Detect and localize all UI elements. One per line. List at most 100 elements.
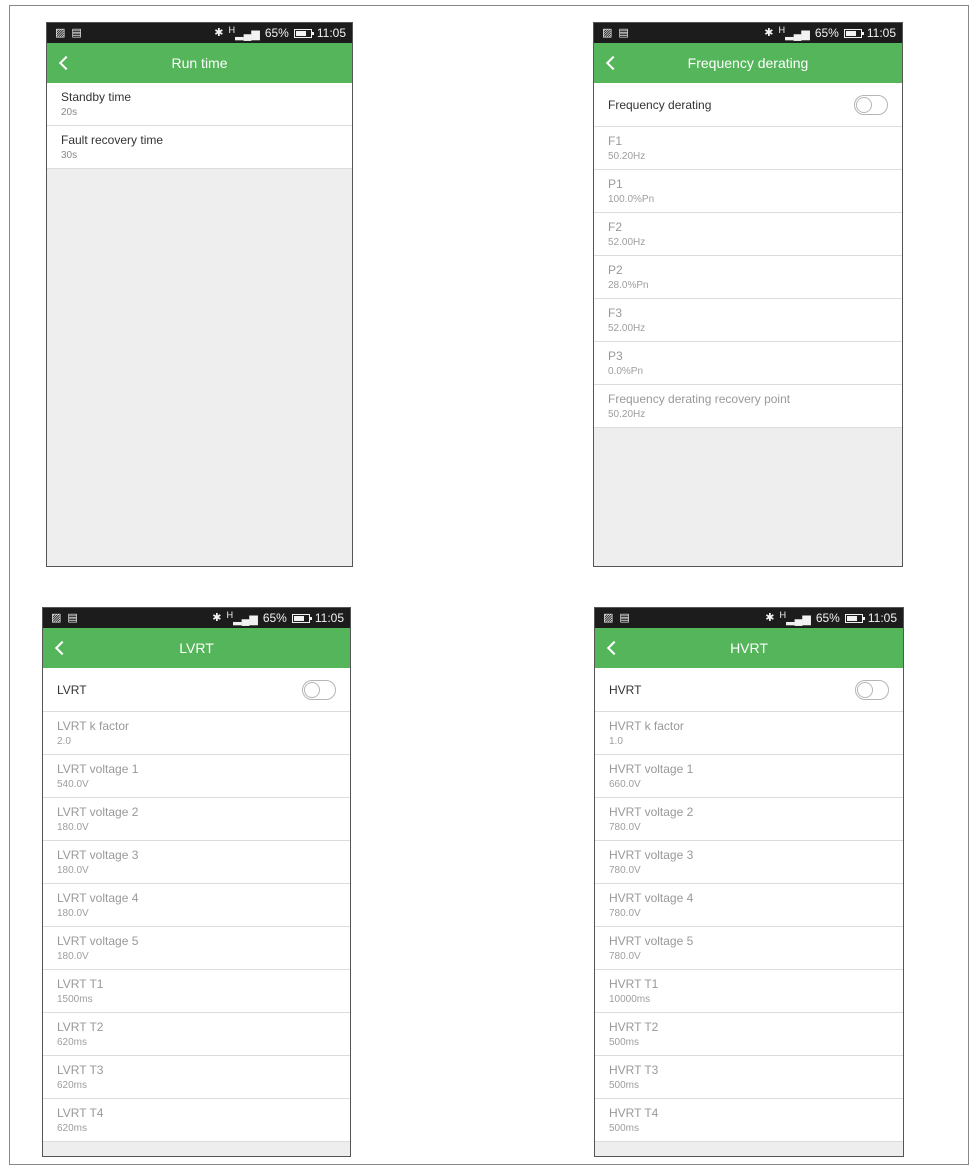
item-label: Frequency derating recovery point: [608, 392, 791, 406]
item-value: 10000ms: [609, 994, 651, 1005]
list-item[interactable]: F3 52.00Hz: [594, 299, 902, 342]
item-label: P3: [608, 349, 623, 363]
bluetooth-icon: ✱: [764, 26, 774, 39]
item-label: HVRT voltage 4: [609, 891, 694, 905]
item-value: 50.20Hz: [608, 151, 646, 162]
back-button[interactable]: [604, 43, 630, 83]
chevron-left-icon: [606, 640, 622, 656]
item-label: Fault recovery time: [61, 133, 164, 147]
app-header: Frequency derating: [594, 43, 902, 83]
item-label: HVRT T4: [609, 1106, 659, 1120]
switch-knob: [857, 681, 873, 698]
chevron-left-icon: [58, 55, 74, 71]
status-bar: ▨ ▤ ✱ H▂▄▆ 65% 11:05: [594, 23, 902, 43]
chevron-left-icon: [54, 640, 70, 656]
list-item[interactable]: HVRT voltage 5 780.0V: [595, 927, 903, 970]
item-label: LVRT voltage 3: [57, 848, 139, 862]
item-value: 500ms: [609, 1037, 640, 1048]
chevron-left-icon: [605, 55, 621, 71]
list-item[interactable]: LVRT voltage 3 180.0V: [43, 841, 350, 884]
item-value: 2.0: [57, 736, 71, 747]
settings-list: Standby time 20s Fault recovery time 30s: [47, 83, 352, 169]
item-value: 780.0V: [609, 822, 641, 833]
list-item[interactable]: P2 28.0%Pn: [594, 256, 902, 299]
item-value: 180.0V: [57, 822, 89, 833]
app-header: Run time: [47, 43, 352, 83]
back-button[interactable]: [57, 43, 83, 83]
list-item[interactable]: LVRT T2 620ms: [43, 1013, 350, 1056]
item-value: 100.0%Pn: [608, 194, 655, 205]
phone-screen-hvrt: ▨ ▤ ✱ H▂▄▆ 65% 11:05 HVRT HVRT HVRT k fa…: [594, 607, 904, 1157]
list-item[interactable]: HVRT T4 500ms: [595, 1099, 903, 1142]
lvrt-switch[interactable]: [302, 679, 336, 700]
list-item[interactable]: LVRT voltage 5 180.0V: [43, 927, 350, 970]
list-item[interactable]: P3 0.0%Pn: [594, 342, 902, 385]
list-item[interactable]: F1 50.20Hz: [594, 127, 902, 170]
gallery-icon: ▨: [51, 611, 62, 624]
hvrt-toggle-row[interactable]: HVRT: [595, 668, 903, 712]
list-item[interactable]: Frequency derating recovery point 50.20Hz: [594, 385, 902, 428]
list-item[interactable]: LVRT T1 1500ms: [43, 970, 350, 1013]
list-item[interactable]: HVRT voltage 2 780.0V: [595, 798, 903, 841]
list-item[interactable]: LVRT voltage 1 540.0V: [43, 755, 350, 798]
list-item[interactable]: HVRT voltage 1 660.0V: [595, 755, 903, 798]
battery-percent: 65%: [264, 26, 289, 40]
list-item[interactable]: LVRT voltage 2 180.0V: [43, 798, 350, 841]
item-value: 28.0%Pn: [608, 280, 649, 291]
back-button[interactable]: [605, 628, 631, 668]
toggle-label: HVRT: [609, 682, 642, 697]
list-item[interactable]: LVRT voltage 4 180.0V: [43, 884, 350, 927]
item-value: 52.00Hz: [608, 237, 646, 248]
list-item[interactable]: Standby time 20s: [47, 83, 352, 126]
list-item[interactable]: HVRT k factor 1.0: [595, 712, 903, 755]
item-label: F3: [608, 306, 623, 320]
list-item[interactable]: LVRT k factor 2.0: [43, 712, 350, 755]
signal-icon: H▂▄▆: [228, 24, 260, 41]
list-item[interactable]: HVRT T3 500ms: [595, 1056, 903, 1099]
item-value: 52.00Hz: [608, 323, 646, 334]
item-label: LVRT voltage 1: [57, 762, 139, 776]
clipboard-icon: ▤: [71, 26, 82, 39]
signal-icon: H▂▄▆: [779, 609, 811, 626]
list-item[interactable]: HVRT voltage 4 780.0V: [595, 884, 903, 927]
battery-icon: [291, 613, 312, 623]
item-value: 780.0V: [609, 951, 641, 962]
item-label: HVRT voltage 5: [609, 934, 694, 948]
list-item[interactable]: Fault recovery time 30s: [47, 126, 352, 169]
item-label: F1: [608, 134, 623, 148]
item-value: 180.0V: [57, 908, 89, 919]
list-item[interactable]: HVRT voltage 3 780.0V: [595, 841, 903, 884]
phone-screen-run-time: ▨ ▤ ✱ H▂▄▆ 65% 11:05 Run time Standby ti…: [46, 22, 353, 567]
clipboard-icon: ▤: [618, 26, 629, 39]
frequency-derating-switch[interactable]: [854, 94, 888, 115]
lvrt-toggle-row[interactable]: LVRT: [43, 668, 350, 712]
list-item[interactable]: LVRT T4 620ms: [43, 1099, 350, 1142]
list-item[interactable]: HVRT T1 10000ms: [595, 970, 903, 1013]
signal-icon: H▂▄▆: [778, 24, 810, 41]
item-value: 30s: [61, 150, 78, 161]
item-value: 780.0V: [609, 908, 641, 919]
list-item[interactable]: F2 52.00Hz: [594, 213, 902, 256]
hvrt-switch[interactable]: [855, 679, 889, 700]
item-label: HVRT voltage 1: [609, 762, 694, 776]
settings-list: Frequency derating F1 50.20Hz P1 100.0%Pn F2…: [594, 83, 902, 428]
item-label: HVRT T3: [609, 1063, 659, 1077]
item-label: P2: [608, 263, 623, 277]
bluetooth-icon: ✱: [214, 26, 224, 39]
bluetooth-icon: ✱: [765, 611, 775, 624]
back-button[interactable]: [53, 628, 79, 668]
item-value: 780.0V: [609, 865, 641, 876]
status-bar: ▨ ▤ ✱ H▂▄▆ 65% 11:05: [595, 608, 903, 628]
frequency-derating-toggle-row[interactable]: Frequency derating: [594, 83, 902, 127]
item-value: 1500ms: [57, 994, 93, 1005]
list-item[interactable]: LVRT T3 620ms: [43, 1056, 350, 1099]
list-item[interactable]: HVRT T2 500ms: [595, 1013, 903, 1056]
battery-percent: 65%: [262, 611, 287, 625]
phone-screen-frequency-derating: ▨ ▤ ✱ H▂▄▆ 65% 11:05 Frequency derating …: [593, 22, 903, 567]
item-label: HVRT T2: [609, 1020, 659, 1034]
settings-list: HVRT HVRT k factor 1.0 HVRT voltage 1 660.0…: [595, 668, 903, 1142]
item-label: HVRT voltage 2: [609, 805, 694, 819]
list-item[interactable]: P1 100.0%Pn: [594, 170, 902, 213]
clock: 11:05: [866, 26, 896, 40]
item-value: 540.0V: [57, 779, 89, 790]
